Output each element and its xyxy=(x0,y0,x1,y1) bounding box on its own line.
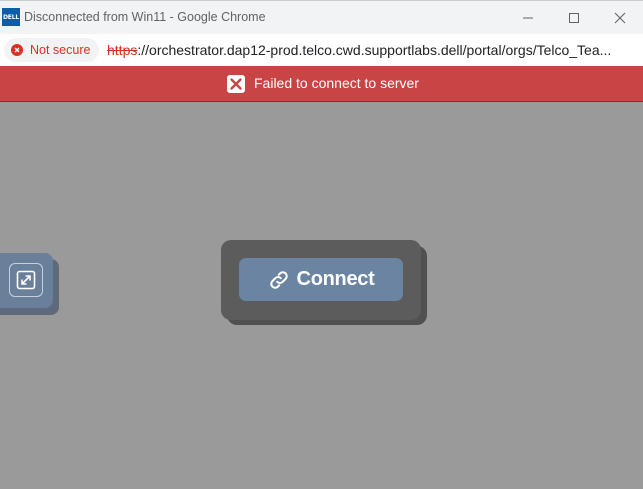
close-window-button[interactable] xyxy=(597,1,643,34)
minimize-icon xyxy=(523,17,533,18)
security-label: Not secure xyxy=(30,43,91,57)
error-message: Failed to connect to server xyxy=(254,75,419,91)
dell-logo-icon: DELL xyxy=(2,8,20,26)
connect-button[interactable]: Connect xyxy=(239,258,403,301)
address-bar: Not secure https://orchestrator.dap12-pr… xyxy=(0,34,643,66)
maximize-icon xyxy=(569,12,579,23)
app-icon-text: DELL xyxy=(3,13,19,21)
error-banner: Failed to connect to server xyxy=(0,66,643,102)
fullscreen-icon xyxy=(16,270,36,290)
browser-window: DELL Disconnected from Win11 - Google Ch… xyxy=(0,0,643,489)
url-scheme: https xyxy=(107,42,138,58)
link-icon xyxy=(268,269,290,291)
minimize-button[interactable] xyxy=(505,1,551,34)
remote-desktop-area: Connect xyxy=(0,102,643,489)
maximize-button[interactable] xyxy=(551,1,597,34)
close-square-icon xyxy=(227,75,245,93)
window-title: Disconnected from Win11 - Google Chrome xyxy=(24,10,266,24)
warning-x-icon xyxy=(11,44,23,56)
url-path: ://orchestrator.dap12-prod.telco.cwd.sup… xyxy=(137,42,612,58)
fullscreen-button[interactable] xyxy=(9,263,43,297)
connect-label: Connect xyxy=(296,268,375,290)
url-field[interactable]: https://orchestrator.dap12-prod.telco.cw… xyxy=(107,42,611,58)
close-icon xyxy=(614,12,626,23)
security-indicator[interactable]: Not secure xyxy=(4,38,100,62)
title-bar: DELL Disconnected from Win11 - Google Ch… xyxy=(0,0,643,34)
